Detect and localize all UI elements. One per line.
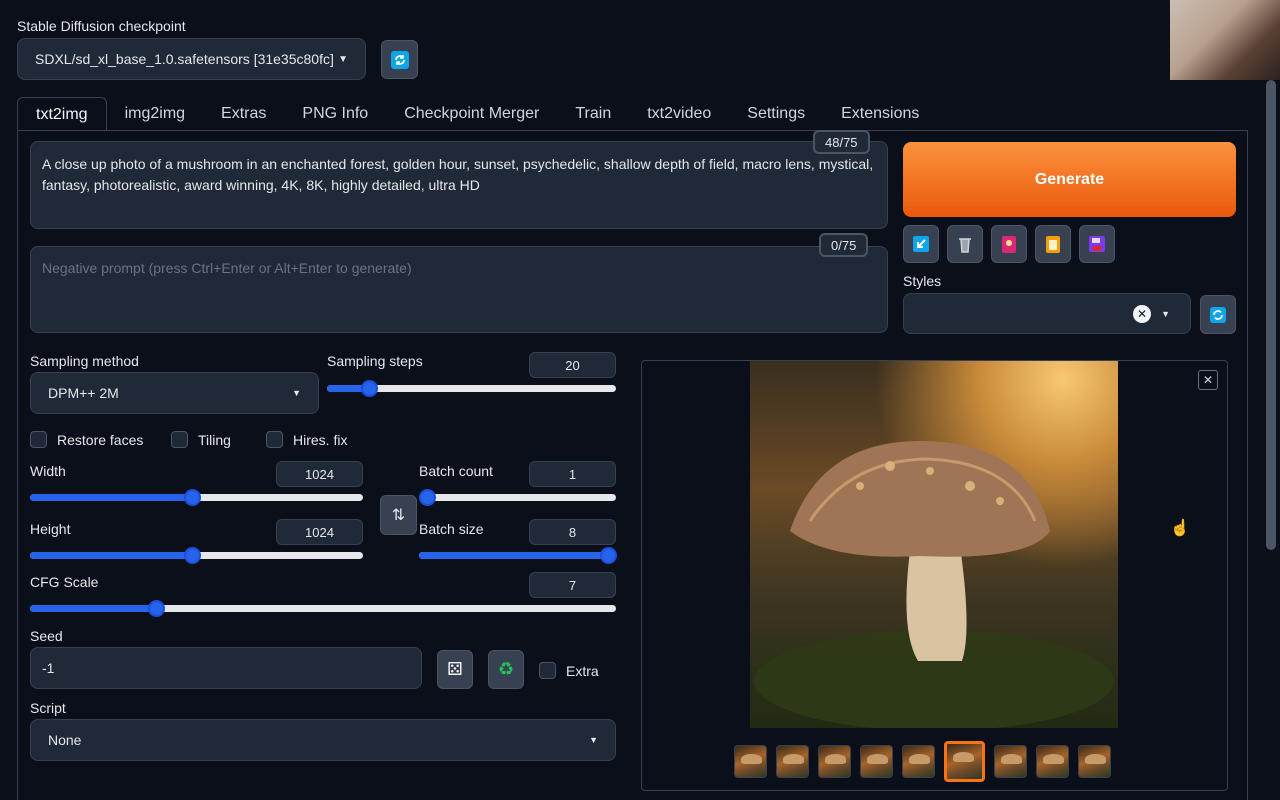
page-scrollbar[interactable] bbox=[1266, 80, 1276, 550]
styles-label: Styles bbox=[903, 273, 942, 289]
height-slider[interactable] bbox=[30, 547, 363, 564]
script-dropdown[interactable]: None ▼ bbox=[30, 719, 616, 761]
tab-txt2video[interactable]: txt2video bbox=[629, 97, 729, 131]
negative-prompt-textarea[interactable]: Negative prompt (press Ctrl+Enter or Alt… bbox=[30, 246, 888, 333]
tab-extras[interactable]: Extras bbox=[203, 97, 284, 131]
restore-faces-checkbox[interactable]: Restore faces bbox=[30, 431, 143, 448]
script-label: Script bbox=[30, 700, 66, 716]
checkpoint-value: SDXL/sd_xl_base_1.0.safetensors [31e35c8… bbox=[35, 51, 334, 67]
batch-size-slider[interactable] bbox=[419, 547, 617, 564]
clear-icon[interactable]: ✕ bbox=[1133, 304, 1152, 323]
batch-size-input[interactable]: 8 bbox=[529, 519, 616, 545]
chevron-down-icon: ▼ bbox=[338, 53, 348, 65]
generated-image[interactable] bbox=[750, 361, 1118, 728]
gallery-thumbnail[interactable] bbox=[860, 745, 893, 778]
seed-input[interactable]: -1 bbox=[30, 647, 422, 689]
dice-icon: ⚄ bbox=[447, 659, 463, 679]
gallery-thumbnail-selected[interactable] bbox=[944, 741, 985, 782]
batch-size-label: Batch size bbox=[419, 521, 484, 537]
gallery-thumbnail[interactable] bbox=[1078, 745, 1111, 778]
extra-seed-checkbox[interactable]: Extra bbox=[539, 662, 599, 679]
gallery-thumbnail[interactable] bbox=[734, 745, 767, 778]
generate-button[interactable]: Generate bbox=[903, 142, 1236, 217]
extra-seed-label: Extra bbox=[566, 662, 599, 679]
sampling-method-label: Sampling method bbox=[30, 353, 139, 369]
tab-bar: txt2img img2img Extras PNG Info Checkpoi… bbox=[17, 97, 937, 131]
width-label: Width bbox=[30, 463, 66, 479]
arrow-down-left-icon bbox=[913, 236, 929, 252]
height-label: Height bbox=[30, 521, 71, 537]
tab-extensions[interactable]: Extensions bbox=[823, 97, 937, 131]
batch-count-input[interactable]: 1 bbox=[529, 461, 616, 487]
refresh-icon bbox=[1210, 306, 1226, 323]
sampling-method-value: DPM++ 2M bbox=[48, 385, 119, 401]
restore-faces-label: Restore faces bbox=[57, 431, 144, 448]
reuse-seed-button[interactable]: ♻ bbox=[488, 650, 524, 689]
styles-dropdown[interactable]: ✕ ▼ bbox=[903, 293, 1191, 334]
hires-fix-label: Hires. fix bbox=[293, 431, 348, 448]
tab-checkpoint-merger[interactable]: Checkpoint Merger bbox=[386, 97, 557, 131]
apply-style-button[interactable] bbox=[1035, 225, 1071, 263]
tab-txt2img[interactable]: txt2img bbox=[17, 97, 107, 131]
refresh-styles-button[interactable] bbox=[1200, 295, 1236, 334]
clipboard-icon bbox=[1046, 235, 1060, 253]
thumbnail-strip bbox=[734, 741, 1111, 782]
chevron-down-icon: ▼ bbox=[589, 735, 598, 745]
swap-arrows-icon: ⇅ bbox=[391, 507, 406, 524]
batch-count-label: Batch count bbox=[419, 463, 493, 479]
trash-icon bbox=[959, 237, 971, 253]
cfg-scale-input[interactable]: 7 bbox=[529, 572, 616, 598]
gallery-thumbnail[interactable] bbox=[1036, 745, 1069, 778]
sampling-steps-slider[interactable] bbox=[327, 380, 616, 397]
random-seed-button[interactable]: ⚄ bbox=[437, 650, 473, 689]
card-icon bbox=[1002, 235, 1016, 253]
prompt-text: A close up photo of a mushroom in an enc… bbox=[42, 156, 874, 193]
checkpoint-dropdown[interactable]: SDXL/sd_xl_base_1.0.safetensors [31e35c8… bbox=[17, 38, 366, 80]
prompt-textarea[interactable]: A close up photo of a mushroom in an enc… bbox=[30, 141, 888, 229]
apply-params-button[interactable] bbox=[903, 225, 939, 263]
seed-label: Seed bbox=[30, 628, 63, 644]
sampling-steps-input[interactable]: 20 bbox=[529, 352, 616, 378]
hand-cursor-icon: ☝ bbox=[1170, 520, 1190, 537]
gallery-thumbnail[interactable] bbox=[902, 745, 935, 778]
tab-img2img[interactable]: img2img bbox=[107, 97, 203, 131]
negative-prompt-placeholder: Negative prompt (press Ctrl+Enter or Alt… bbox=[42, 260, 412, 276]
mushroom-illustration bbox=[754, 441, 1114, 728]
webcam-overlay bbox=[1170, 0, 1280, 80]
width-input[interactable]: 1024 bbox=[276, 461, 363, 487]
tiling-checkbox[interactable]: Tiling bbox=[171, 431, 231, 448]
batch-count-slider[interactable] bbox=[419, 489, 616, 506]
sampling-method-dropdown[interactable]: DPM++ 2M ▼ bbox=[30, 372, 319, 414]
gallery-thumbnail[interactable] bbox=[818, 745, 851, 778]
chevron-down-icon: ▼ bbox=[292, 388, 301, 398]
gallery-thumbnail[interactable] bbox=[994, 745, 1027, 778]
negative-token-counter: 0/75 bbox=[819, 233, 869, 257]
tab-settings[interactable]: Settings bbox=[729, 97, 823, 131]
clear-prompt-button[interactable] bbox=[947, 225, 983, 263]
width-slider[interactable] bbox=[30, 489, 363, 506]
prompt-token-counter: 48/75 bbox=[813, 130, 870, 154]
close-icon[interactable]: ✕ bbox=[1198, 370, 1218, 390]
extra-networks-button[interactable] bbox=[991, 225, 1027, 263]
height-input[interactable]: 1024 bbox=[276, 519, 363, 545]
tab-png-info[interactable]: PNG Info bbox=[284, 97, 386, 131]
save-icon bbox=[1089, 236, 1105, 252]
cfg-scale-label: CFG Scale bbox=[30, 574, 99, 590]
script-value: None bbox=[48, 732, 82, 748]
refresh-checkpoint-button[interactable] bbox=[381, 40, 418, 79]
checkpoint-label: Stable Diffusion checkpoint bbox=[17, 18, 186, 34]
cfg-scale-slider[interactable] bbox=[30, 600, 616, 617]
gallery-thumbnail[interactable] bbox=[776, 745, 809, 778]
tab-train[interactable]: Train bbox=[557, 97, 629, 131]
tiling-label: Tiling bbox=[198, 431, 231, 448]
save-style-button[interactable] bbox=[1079, 225, 1115, 263]
swap-dimensions-button[interactable]: ⇅ bbox=[380, 495, 417, 535]
seed-value: -1 bbox=[42, 660, 55, 676]
chevron-down-icon: ▼ bbox=[1161, 308, 1170, 319]
recycle-icon: ♻ bbox=[497, 659, 515, 679]
refresh-icon bbox=[390, 50, 409, 69]
sampling-steps-label: Sampling steps bbox=[327, 353, 423, 369]
hires-fix-checkbox[interactable]: Hires. fix bbox=[266, 431, 347, 448]
